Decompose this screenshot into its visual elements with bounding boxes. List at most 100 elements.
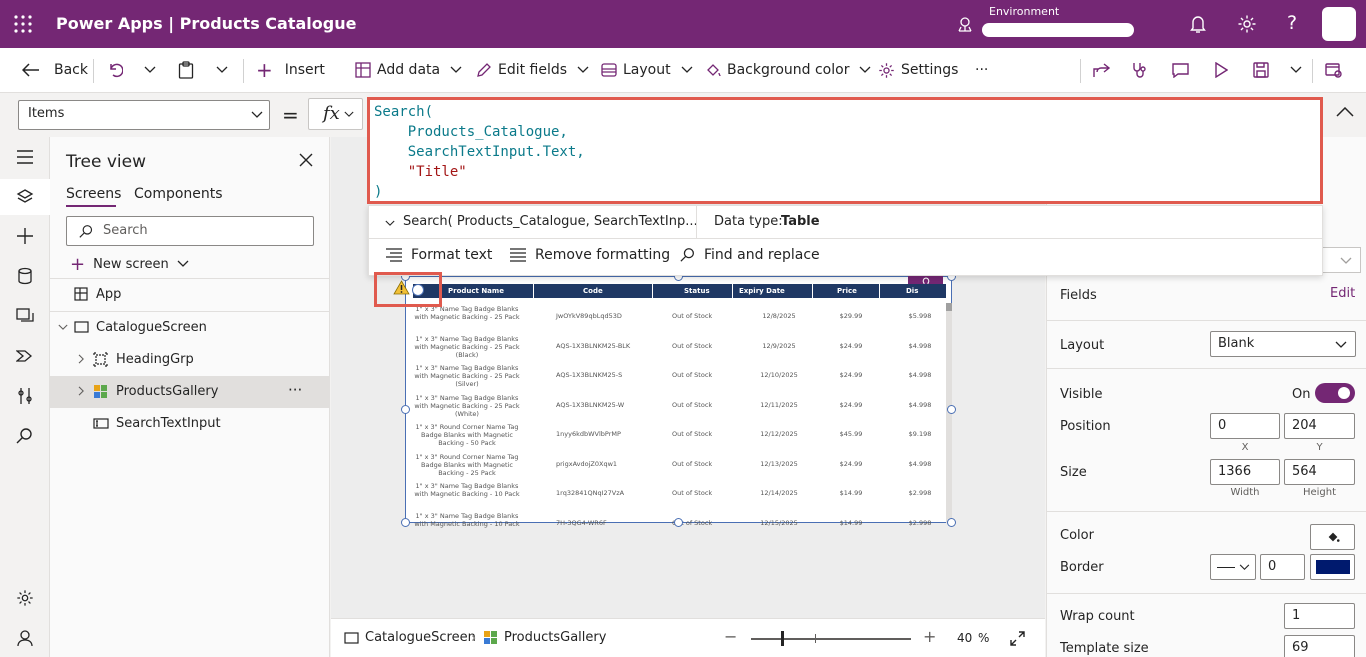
resize-handle[interactable] [947,518,956,527]
undo-button[interactable] [107,48,123,92]
tree-view-rail-item[interactable] [0,179,50,215]
table-row[interactable]: 1" x 3" Name Tag Badge Blanks with Magne… [406,362,946,392]
remove-formatting-button[interactable]: Remove formatting [509,247,670,263]
fields-edit-link[interactable]: Edit [1330,286,1355,301]
insert-plus-icon[interactable] [16,227,34,245]
settings-button[interactable]: Settings [878,48,958,92]
fx-button[interactable]: fx [308,98,363,130]
table-cell: JwOYkV89qbLqd53D [556,312,622,320]
help-icon[interactable]: ? [1287,12,1297,34]
color-picker[interactable] [1310,524,1355,550]
media-icon[interactable] [16,307,34,325]
share-button[interactable] [1093,48,1110,92]
table-cell: Out of Stock [672,400,713,409]
resize-handle[interactable] [401,518,410,527]
virtual-agent-icon[interactable] [16,629,34,647]
breadcrumb-control[interactable]: ProductsGallery [483,630,606,645]
paste-button[interactable] [178,48,194,92]
comments-button[interactable] [1172,48,1189,92]
visible-toggle[interactable] [1315,383,1355,403]
wrap-count-input[interactable]: 1 [1284,603,1355,629]
save-dropdown[interactable] [1290,48,1302,92]
save-button[interactable] [1253,48,1269,92]
edit-fields-button[interactable]: Edit fields [476,48,589,92]
notifications-icon[interactable] [1189,14,1207,34]
environment-selector[interactable] [982,23,1134,37]
formula-preview[interactable]: Search( Products_Catalogue, SearchTextIn… [403,214,698,229]
back-button[interactable]: Back [22,48,88,92]
breadcrumb-screen[interactable]: CatalogueScreen [344,630,476,645]
tree-item-headinggrp[interactable]: HeadingGrp [50,344,330,376]
visible-label: Visible [1060,387,1103,402]
insert-button[interactable]: + Insert [256,48,325,92]
new-screen-button[interactable]: + New screen [70,254,189,275]
wrap-count-label: Wrap count [1060,609,1135,624]
close-icon[interactable] [299,153,313,167]
tree-item-app[interactable]: App [50,279,330,311]
border-color-picker[interactable] [1310,554,1355,580]
fit-to-window-icon[interactable] [1010,631,1025,646]
property-dropdown[interactable]: Items [18,100,270,130]
tab-screens[interactable]: Screens [66,186,121,202]
more-options-button[interactable]: ··· [288,381,302,399]
table-cell: 12/14/2025 [760,489,798,497]
preview-play-button[interactable] [1214,48,1228,92]
resize-handle[interactable] [401,405,410,414]
height-input[interactable]: 564 [1284,459,1355,485]
chevron-right-icon [78,386,84,396]
tree-item-productsgallery[interactable]: ProductsGallery ··· [50,376,330,408]
save-icon [1253,62,1269,78]
tree-item-cataloguescreen[interactable]: CatalogueScreen [50,312,330,344]
position-y-input[interactable]: 204 [1284,413,1355,439]
background-color-button[interactable]: Background color [705,48,871,92]
table-row[interactable]: 1" x 3" Round Corner Name Tag Badge Blan… [406,451,946,481]
zoom-in-button[interactable]: + [923,627,936,646]
border-style-dropdown[interactable] [1210,554,1256,580]
undo-dropdown[interactable] [144,48,156,92]
power-automate-icon[interactable] [16,347,34,365]
search-icon[interactable] [16,427,34,445]
zoom-slider-thumb[interactable] [781,631,784,646]
tree-search-input[interactable]: Search [66,216,314,246]
find-replace-button[interactable]: Find and replace [680,247,820,263]
zoom-slider[interactable] [751,638,911,640]
settings-gear-icon[interactable] [1237,14,1257,34]
table-row[interactable]: 1" x 3" Round Corner Name Tag Badge Blan… [406,421,946,451]
formula-editor[interactable]: Search( Products_Catalogue, SearchTextIn… [367,97,1323,204]
width-input[interactable]: 1366 [1210,459,1280,485]
app-checker-button[interactable] [1131,48,1148,92]
template-size-input[interactable]: 69 [1284,635,1355,657]
layout-dropdown[interactable]: Blank [1210,331,1356,357]
border-width-input[interactable]: 0 [1260,554,1305,580]
tab-components[interactable]: Components [134,186,223,202]
search-icon [680,248,694,262]
advanced-tools-icon[interactable] [16,387,34,405]
publish-button[interactable] [1325,48,1342,92]
tree-item-searchtextinput[interactable]: SearchTextInput [50,408,330,440]
table-cell: 12/10/2025 [760,371,798,379]
settings-gear-icon[interactable] [16,589,34,607]
gallery-scroll-thumb[interactable] [946,303,952,311]
resize-handle[interactable] [674,518,683,527]
user-avatar[interactable] [1322,7,1356,41]
add-data-button[interactable]: Add data [355,48,462,92]
table-row[interactable]: 1" x 3" Name Tag Badge Blanks with Magne… [406,480,946,510]
zoom-value: 40 [957,631,973,645]
paste-dropdown[interactable] [216,48,228,92]
table-row[interactable]: 1" x 3" Name Tag Badge Blanks with Magne… [406,392,946,422]
products-gallery[interactable]: Product Name Code Status Expiry Date Pri… [401,272,956,528]
position-x-input[interactable]: 0 [1210,413,1280,439]
format-text-button[interactable]: Format text [385,247,492,263]
layout-button[interactable]: Layout [601,48,693,92]
data-cylinder-icon[interactable] [16,267,34,285]
resize-handle[interactable] [947,405,956,414]
menu-hamburger-icon[interactable] [16,150,34,164]
app-launcher-icon[interactable] [14,15,32,33]
zoom-out-button[interactable]: − [724,627,737,646]
collapse-formula-icon[interactable] [1336,107,1354,117]
chevron-down-icon [1340,257,1352,264]
table-row[interactable]: 1" x 3" Name Tag Badge Blanks with Magne… [406,303,946,333]
warning-icon[interactable] [393,280,410,295]
table-row[interactable]: 1" x 3" Name Tag Badge Blanks with Magne… [406,333,946,363]
more-commands-button[interactable]: ··· [975,48,988,92]
